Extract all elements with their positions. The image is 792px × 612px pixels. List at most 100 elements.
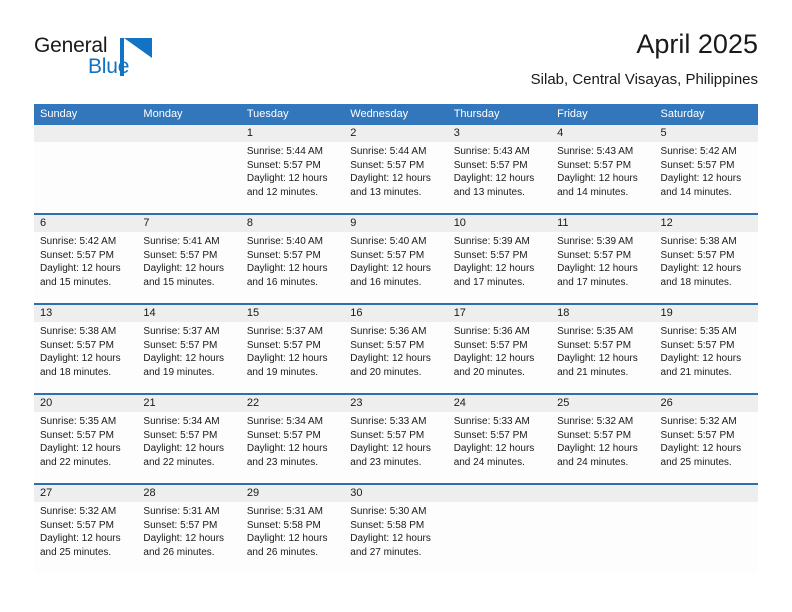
day-number-band: 20	[34, 395, 138, 412]
day-detail-line: and 18 minutes.	[660, 276, 732, 288]
day-number-band: 4	[551, 125, 655, 142]
calendar-day-cell[interactable]: 4 Sunrise: 5:43 AM Sunset: 5:57 PM Daylight…	[551, 125, 655, 213]
day-detail-line: Daylight: 12 hours	[557, 173, 638, 184]
calendar-day-cell[interactable]: 6 Sunrise: 5:42 AM Sunset: 5:57 PM Daylight…	[34, 215, 138, 303]
day-number: 26	[660, 397, 673, 409]
day-detail-line: and 24 minutes.	[453, 456, 525, 468]
day-detail-line: Daylight: 12 hours	[246, 353, 328, 364]
location-subtitle: Silab, Central Visayas, Philippines	[530, 71, 758, 88]
day-number-band: 22	[240, 395, 345, 412]
calendar-day-cell[interactable]: 2 Sunrise: 5:44 AM Sunset: 5:57 PM Daylight…	[344, 125, 448, 213]
day-detail-lines: Sunrise: 5:42 AM Sunset: 5:57 PM Daylight:…	[34, 232, 137, 289]
day-number: 12	[660, 217, 673, 229]
calendar-day-cell[interactable]: 29 Sunrise: 5:31 AM Sunset: 5:58 PM Dayligh…	[240, 485, 345, 573]
weekday-header-monday: Monday	[143, 108, 183, 120]
day-detail-line: Daylight: 12 hours	[350, 263, 431, 274]
day-detail-line: Daylight: 12 hours	[350, 353, 431, 364]
calendar-day-cell[interactable]: 3 Sunrise: 5:43 AM Sunset: 5:57 PM Daylight…	[447, 125, 552, 213]
day-detail-line: Sunrise: 5:33 AM	[453, 416, 530, 427]
day-number: 18	[557, 307, 570, 319]
calendar-day-cell[interactable]: 24 Sunrise: 5:33 AM Sunset: 5:57 PM Dayligh…	[447, 395, 552, 483]
day-detail-line: Daylight: 12 hours	[453, 173, 535, 184]
calendar-day-cell[interactable]: 7 Sunrise: 5:41 AM Sunset: 5:57 PM Daylight…	[137, 215, 241, 303]
calendar-day-cell[interactable]: 13 Sunrise: 5:38 AM Sunset: 5:57 PM Dayligh…	[34, 305, 138, 393]
calendar-day-cell[interactable]: 23 Sunrise: 5:33 AM Sunset: 5:57 PM Dayligh…	[344, 395, 448, 483]
calendar-day-cell-empty	[551, 485, 655, 573]
calendar-day-cell[interactable]: 16 Sunrise: 5:36 AM Sunset: 5:57 PM Dayligh…	[344, 305, 448, 393]
day-number-band: 1	[240, 125, 345, 142]
calendar-day-cell[interactable]: 17 Sunrise: 5:36 AM Sunset: 5:57 PM Dayligh…	[447, 305, 552, 393]
day-detail-lines: Sunrise: 5:34 AM Sunset: 5:57 PM Daylight:…	[241, 412, 344, 469]
calendar-day-cell[interactable]: 30 Sunrise: 5:30 AM Sunset: 5:58 PM Dayligh…	[344, 485, 448, 573]
calendar-day-cell[interactable]: 12 Sunrise: 5:38 AM Sunset: 5:57 PM Dayligh…	[654, 215, 758, 303]
day-detail-line: Sunset: 5:57 PM	[350, 339, 425, 351]
day-detail-lines: Sunrise: 5:35 AM Sunset: 5:57 PM Daylight:…	[34, 412, 137, 469]
calendar-day-cell[interactable]: 15 Sunrise: 5:37 AM Sunset: 5:57 PM Dayligh…	[240, 305, 345, 393]
weekday-header-thursday: Thursday	[453, 108, 500, 120]
day-detail-line: Sunset: 5:57 PM	[350, 249, 425, 261]
day-detail-line: Sunset: 5:57 PM	[40, 249, 114, 261]
day-number-band: 15	[240, 305, 345, 322]
calendar-day-cell[interactable]: 26 Sunrise: 5:32 AM Sunset: 5:57 PM Dayligh…	[654, 395, 758, 483]
calendar-day-cell[interactable]: 14 Sunrise: 5:37 AM Sunset: 5:57 PM Dayligh…	[137, 305, 241, 393]
calendar-day-cell[interactable]: 11 Sunrise: 5:39 AM Sunset: 5:57 PM Dayligh…	[551, 215, 655, 303]
day-detail-line: Daylight: 12 hours	[40, 353, 121, 364]
calendar-day-cell[interactable]: 5 Sunrise: 5:42 AM Sunset: 5:57 PM Daylight…	[654, 125, 758, 213]
day-detail-line: Sunrise: 5:36 AM	[453, 326, 530, 337]
day-detail-line: Sunrise: 5:39 AM	[557, 236, 634, 247]
calendar-day-cell[interactable]: 25 Sunrise: 5:32 AM Sunset: 5:57 PM Dayligh…	[551, 395, 655, 483]
calendar-day-cell[interactable]: 27 Sunrise: 5:32 AM Sunset: 5:57 PM Dayligh…	[34, 485, 138, 573]
day-detail-lines: Sunrise: 5:36 AM Sunset: 5:57 PM Daylight:…	[448, 322, 551, 379]
calendar-day-cell[interactable]: 19 Sunrise: 5:35 AM Sunset: 5:57 PM Dayligh…	[654, 305, 758, 393]
day-detail-line: Sunset: 5:58 PM	[350, 519, 425, 531]
calendar-day-cell[interactable]: 22 Sunrise: 5:34 AM Sunset: 5:57 PM Dayligh…	[240, 395, 345, 483]
day-detail-lines: Sunrise: 5:31 AM Sunset: 5:57 PM Daylight:…	[137, 502, 240, 559]
calendar-day-cell-empty	[137, 125, 241, 213]
day-detail-lines: Sunrise: 5:37 AM Sunset: 5:57 PM Daylight:…	[241, 322, 344, 379]
day-detail-lines: Sunrise: 5:31 AM Sunset: 5:58 PM Daylight:…	[241, 502, 344, 559]
day-detail-line: and 14 minutes.	[660, 186, 732, 198]
day-detail-line: Daylight: 12 hours	[143, 533, 225, 544]
calendar-day-cell[interactable]: 10 Sunrise: 5:39 AM Sunset: 5:57 PM Dayligh…	[447, 215, 552, 303]
day-detail-line: and 21 minutes.	[557, 366, 629, 378]
day-number-band	[137, 125, 241, 142]
day-detail-line: Sunrise: 5:38 AM	[660, 236, 737, 247]
calendar-day-cell[interactable]: 18 Sunrise: 5:35 AM Sunset: 5:57 PM Dayligh…	[551, 305, 655, 393]
day-detail-lines: Sunrise: 5:40 AM Sunset: 5:57 PM Daylight:…	[344, 232, 447, 289]
day-detail-line: Sunrise: 5:32 AM	[660, 416, 737, 427]
calendar-day-cell-empty	[447, 485, 552, 573]
calendar-grid: Sunday Monday Tuesday Wednesday Thursday Frid…	[34, 104, 758, 573]
day-number-band: 30	[344, 485, 448, 502]
day-number: 23	[350, 397, 363, 409]
calendar-day-cell[interactable]: 9 Sunrise: 5:40 AM Sunset: 5:57 PM Daylight…	[344, 215, 448, 303]
calendar-day-cell[interactable]: 28 Sunrise: 5:31 AM Sunset: 5:57 PM Dayligh…	[137, 485, 241, 573]
day-detail-line: Sunset: 5:57 PM	[246, 249, 321, 261]
day-detail-line: Daylight: 12 hours	[40, 263, 121, 274]
day-detail-line: Sunset: 5:57 PM	[453, 429, 528, 441]
calendar-day-cell[interactable]: 20 Sunrise: 5:35 AM Sunset: 5:57 PM Dayligh…	[34, 395, 138, 483]
day-detail-line: Sunset: 5:57 PM	[453, 159, 528, 171]
day-number-band: 9	[344, 215, 448, 232]
day-number: 6	[40, 217, 47, 229]
day-number: 11	[557, 217, 569, 229]
day-detail-line: Daylight: 12 hours	[557, 443, 638, 454]
day-number: 3	[453, 127, 460, 139]
calendar-day-cell[interactable]: 8 Sunrise: 5:40 AM Sunset: 5:57 PM Daylight…	[240, 215, 345, 303]
day-detail-line: Sunset: 5:57 PM	[143, 249, 218, 261]
day-detail-line: Sunrise: 5:44 AM	[246, 146, 323, 157]
day-detail-lines: Sunrise: 5:32 AM Sunset: 5:57 PM Daylight:…	[655, 412, 758, 469]
day-detail-line: Daylight: 12 hours	[453, 263, 535, 274]
calendar-day-cell[interactable]: 1 Sunrise: 5:44 AM Sunset: 5:57 PM Daylight…	[240, 125, 345, 213]
day-detail-line: Sunrise: 5:31 AM	[143, 506, 220, 517]
day-number: 10	[453, 217, 466, 229]
day-number-band	[551, 485, 655, 502]
day-detail-line: Daylight: 12 hours	[350, 533, 431, 544]
day-detail-line: and 15 minutes.	[143, 276, 215, 288]
day-detail-line: Daylight: 12 hours	[143, 443, 225, 454]
day-detail-line: and 15 minutes.	[40, 276, 112, 288]
page-title: April 2025	[636, 29, 758, 59]
day-detail-lines: Sunrise: 5:43 AM Sunset: 5:57 PM Daylight:…	[551, 142, 654, 199]
day-detail-line: Sunrise: 5:44 AM	[350, 146, 427, 157]
day-detail-line: Sunrise: 5:35 AM	[557, 326, 634, 337]
calendar-day-cell[interactable]: 21 Sunrise: 5:34 AM Sunset: 5:57 PM Dayligh…	[137, 395, 241, 483]
